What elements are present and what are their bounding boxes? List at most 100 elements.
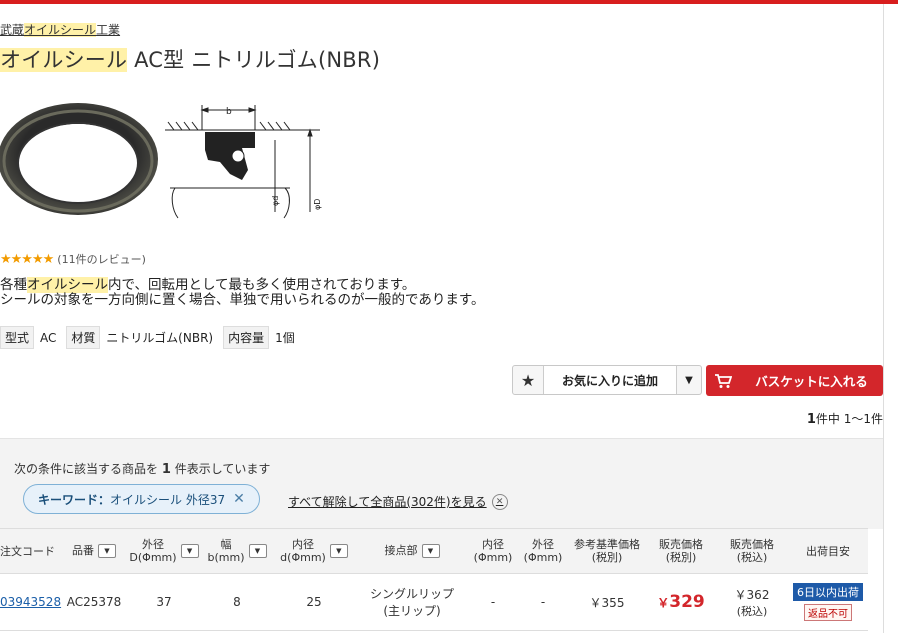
spec-key: 型式 bbox=[0, 326, 35, 349]
col-ship: 出荷目安 bbox=[788, 528, 868, 574]
col-ref-price: 参考基準価格 (税別) bbox=[568, 528, 646, 574]
sort-icon[interactable]: ▼ bbox=[248, 544, 267, 558]
add-to-cart-button[interactable]: バスケットに入れる bbox=[706, 365, 883, 396]
desc-highlight: オイルシール bbox=[27, 277, 108, 293]
description-line1: 各種オイルシール内で、回転用として最も多く使用されております。 bbox=[0, 277, 485, 293]
spec-list: 型式 AC 材質 ニトリルゴム(NBR) 内容量 1個 bbox=[0, 326, 305, 349]
sort-icon[interactable]: ▼ bbox=[98, 544, 116, 558]
clear-all-link[interactable]: すべて解除して全商品(302件)を見る ✕ bbox=[288, 493, 508, 510]
cell-ship: 6日以内出荷 返品不可 bbox=[788, 573, 868, 631]
sort-icon[interactable]: ▼ bbox=[329, 544, 348, 558]
add-favorite-button[interactable]: ★ お気に入りに追加 ▼ bbox=[512, 365, 702, 395]
col-width-l1: 幅 bbox=[220, 538, 232, 551]
cart-label: バスケットに入れる bbox=[755, 374, 868, 389]
cond-pre: 次の条件に該当する商品を bbox=[14, 462, 159, 476]
sale-tax-price: ￥362 bbox=[734, 587, 770, 602]
col-outer-b-l1: 外径 bbox=[532, 538, 554, 551]
count-text: 件中 1〜1件 bbox=[815, 412, 883, 426]
col-inner-l2: d(Φmm) bbox=[280, 551, 326, 564]
rating[interactable]: ★★★★★ (11件のレビュー) bbox=[0, 251, 146, 267]
product-image bbox=[0, 103, 158, 215]
spec-key: 内容量 bbox=[223, 326, 270, 349]
col-inner-b-l2: (Φmm) bbox=[473, 551, 513, 564]
label-b: b bbox=[226, 107, 232, 117]
breadcrumb-highlight: オイルシール bbox=[24, 23, 97, 37]
cart-icon bbox=[706, 373, 740, 389]
cell-part: AC25378 bbox=[62, 573, 126, 631]
scrollbar[interactable] bbox=[883, 4, 898, 633]
product-table: 注文コード 品番 ▼ 外径 D(Φmm) ▼ 幅 b(mm) ▼ 内径 d(Φmm) ▼ 接点… bbox=[0, 528, 868, 631]
col-outer-b-l2: (Φmm) bbox=[523, 551, 563, 564]
col-sale-tax-price: 販売価格 (税込) bbox=[716, 528, 788, 574]
table-row: 03943528 AC25378 37 8 25 シングルリップ (主リップ) -… bbox=[0, 573, 868, 631]
chevron-down-icon[interactable]: ▼ bbox=[676, 366, 701, 394]
col-code: 注文コード bbox=[0, 528, 62, 574]
table-header-row: 注文コード 品番 ▼ 外径 D(Φmm) ▼ 幅 b(mm) ▼ 内径 d(Φmm) ▼ 接点… bbox=[0, 528, 868, 574]
circle-close-icon[interactable]: ✕ bbox=[491, 493, 508, 510]
cell-sale-tax: ￥362 (税込) bbox=[716, 573, 788, 631]
filter-conditions: 次の条件に該当する商品を 1 件表示しています キーワード： オイルシール 外径3… bbox=[0, 438, 883, 529]
cell-code[interactable]: 03943528 bbox=[0, 573, 62, 631]
title-rest: AC型 ニトリルゴム(NBR) bbox=[127, 48, 381, 72]
cell-outer: 37 bbox=[126, 573, 202, 631]
page-title: オイルシール AC型 ニトリルゴム(NBR) bbox=[0, 44, 380, 74]
sort-icon[interactable]: ▼ bbox=[421, 544, 440, 558]
ship-badge: 6日以内出荷 bbox=[793, 583, 863, 601]
cell-width: 8 bbox=[202, 573, 272, 631]
col-inner[interactable]: 内径 d(Φmm) ▼ bbox=[272, 528, 356, 574]
clear-all-label: すべて解除して全商品(302件)を見る bbox=[288, 495, 487, 509]
col-sale-l1: 販売価格 bbox=[659, 538, 703, 551]
col-contact[interactable]: 接点部 ▼ bbox=[356, 528, 468, 574]
breadcrumb[interactable]: 武蔵オイルシール工業 bbox=[0, 21, 120, 38]
col-width[interactable]: 幅 b(mm) ▼ bbox=[202, 528, 272, 574]
conditions-text: 次の条件に該当する商品を 1 件表示しています bbox=[14, 460, 270, 477]
label-d-inner: φd bbox=[271, 196, 280, 206]
keyword-chip[interactable]: キーワード： オイルシール 外径37 ✕ bbox=[23, 484, 260, 514]
favorite-label: お気に入りに追加 bbox=[544, 366, 676, 394]
sort-icon[interactable]: ▼ bbox=[180, 544, 199, 558]
title-highlight: オイルシール bbox=[0, 48, 128, 72]
col-part-label: 品番 bbox=[72, 544, 94, 557]
col-width-l2: b(mm) bbox=[207, 551, 245, 564]
col-sale-l2: (税別) bbox=[665, 551, 697, 564]
chip-value: オイルシール 外径37 bbox=[110, 492, 226, 507]
cell-inner-b: - bbox=[468, 573, 518, 631]
cell-contact: シングルリップ (主リップ) bbox=[356, 573, 468, 631]
breadcrumb-suffix: 工業 bbox=[96, 23, 121, 37]
star-icon: ★ bbox=[513, 366, 544, 394]
col-ref-l1: 参考基準価格 bbox=[574, 538, 640, 551]
cond-post: 件表示しています bbox=[174, 462, 271, 476]
chip-key: キーワード： bbox=[38, 492, 111, 507]
order-code-link[interactable]: 03943528 bbox=[0, 595, 61, 609]
col-outer-b: 外径 (Φmm) bbox=[518, 528, 568, 574]
result-count: 1件中 1〜1件 bbox=[807, 410, 883, 427]
sale-price: 329 bbox=[669, 592, 705, 612]
contact-l2: (主リップ) bbox=[383, 604, 441, 618]
col-salet-l1: 販売価格 bbox=[730, 538, 774, 551]
col-inner-l1: 内径 bbox=[292, 538, 314, 551]
spec-value: AC bbox=[40, 330, 57, 345]
col-inner-b-l1: 内径 bbox=[482, 538, 504, 551]
dimension-drawing: b φd φD bbox=[165, 105, 322, 219]
label-d-outer: φD bbox=[313, 199, 322, 210]
cell-ref-price: ￥355 bbox=[568, 573, 646, 631]
spec-value: 1個 bbox=[275, 331, 295, 345]
review-count[interactable]: (11件のレビュー) bbox=[57, 251, 146, 267]
cell-inner: 25 bbox=[272, 573, 356, 631]
spec-value: ニトリルゴム(NBR) bbox=[106, 331, 214, 345]
top-accent-bar bbox=[0, 0, 898, 4]
col-part[interactable]: 品番 ▼ bbox=[62, 528, 126, 574]
description: 各種オイルシール内で、回転用として最も多く使用されております。 シールの対象を一… bbox=[0, 277, 485, 308]
desc-suffix: 内で、回転用として最も多く使用されております。 bbox=[108, 277, 416, 293]
col-outer[interactable]: 外径 D(Φmm) ▼ bbox=[126, 528, 202, 574]
col-sale-price: 販売価格 (税別) bbox=[646, 528, 716, 574]
cell-sale-price: ￥329 bbox=[646, 573, 716, 631]
cell-outer-b: - bbox=[518, 573, 568, 631]
description-line2: シールの対象を一方向側に置く場合、単独で用いられるのが一般的であります。 bbox=[0, 292, 485, 308]
rating-stars-icon: ★★★★★ bbox=[0, 251, 54, 267]
close-icon[interactable]: ✕ bbox=[233, 491, 245, 507]
breadcrumb-prefix: 武蔵 bbox=[0, 23, 25, 37]
count-number: 1 bbox=[806, 412, 816, 427]
col-outer-l2: D(Φmm) bbox=[129, 551, 177, 564]
col-inner-b: 内径 (Φmm) bbox=[468, 528, 518, 574]
